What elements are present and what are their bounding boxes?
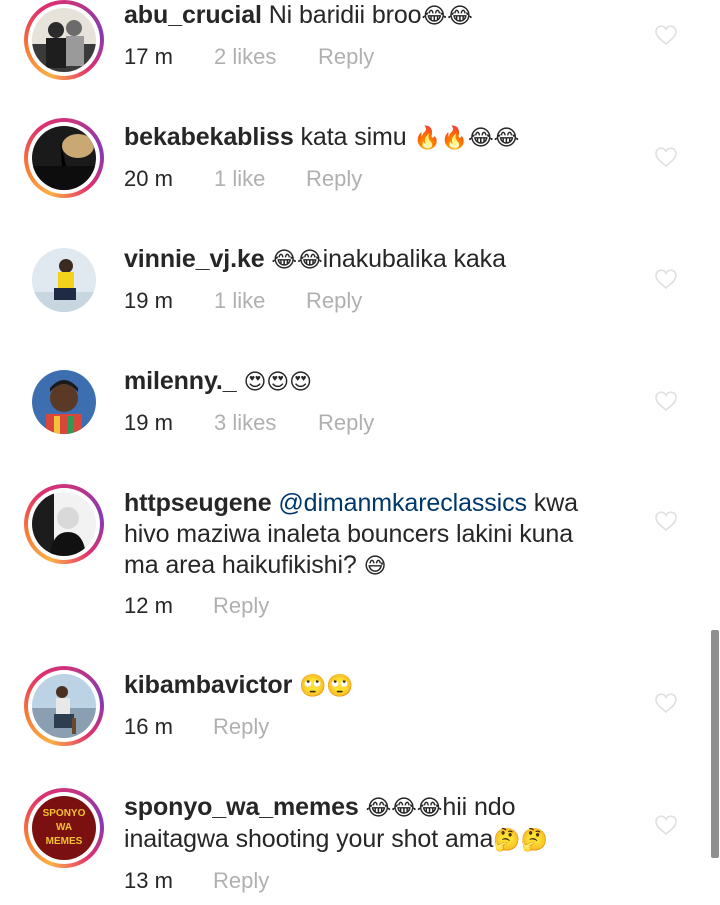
comment-emoji: 😅: [363, 554, 387, 579]
story-ring[interactable]: [24, 0, 104, 80]
comment-body: inakubalika kaka: [322, 245, 506, 273]
comment-likes[interactable]: 1 like: [214, 164, 265, 194]
heart-outline-icon[interactable]: [654, 390, 678, 412]
comment-emoji: 🤔🤔: [493, 828, 548, 853]
avatar[interactable]: [32, 492, 96, 556]
heart-outline-icon[interactable]: [654, 814, 678, 836]
comment-username[interactable]: bekabekabliss: [124, 123, 294, 151]
mention-link[interactable]: @dimanmkareclassics: [278, 489, 527, 517]
comment-username[interactable]: vinnie_vj.ke: [124, 245, 265, 273]
comment-username[interactable]: sponyo_wa_memes: [124, 793, 359, 821]
comment-time: 17 m: [124, 44, 173, 69]
scrollbar[interactable]: [711, 630, 719, 858]
comment-text: milenny._ 😍😍😍: [124, 366, 624, 398]
avatar-frame[interactable]: [24, 362, 104, 442]
avatar-frame[interactable]: [24, 240, 104, 320]
comment-emoji: 😂😂: [271, 248, 323, 273]
heart-outline-icon[interactable]: [654, 510, 678, 532]
comment-likes[interactable]: 1 like: [214, 286, 265, 316]
comment-text: bekabekabliss kata simu 🔥🔥😂😂: [124, 122, 624, 154]
comment-body: kata simu: [300, 123, 407, 151]
comment-body: hivo maziwa inaleta bouncers lakini kuna: [124, 520, 574, 548]
reply-button[interactable]: Reply: [306, 164, 362, 194]
comment-text: sponyo_wa_memes 😂😂😂hii ndo inaitagwa sho…: [124, 792, 624, 856]
comment-likes[interactable]: 2 likes: [214, 42, 276, 72]
comment-emoji: 😍😍😍: [243, 370, 312, 395]
avatar[interactable]: SPONYO WA MEMES: [32, 796, 96, 860]
reply-button[interactable]: Reply: [213, 591, 269, 621]
story-ring[interactable]: [24, 118, 104, 198]
heart-outline-icon[interactable]: [654, 268, 678, 290]
avatar-logo-text: WA: [56, 822, 72, 833]
comment-username[interactable]: milenny._: [124, 367, 237, 395]
reply-button[interactable]: Reply: [213, 866, 269, 896]
story-ring[interactable]: [24, 484, 104, 564]
avatar-logo-text: SPONYO: [43, 808, 86, 819]
comment-time: 19 m: [124, 410, 173, 435]
heart-outline-icon[interactable]: [654, 24, 678, 46]
avatar[interactable]: [32, 248, 96, 312]
reply-button[interactable]: Reply: [213, 712, 269, 742]
comment-emoji: 🙄🙄: [299, 674, 354, 699]
comment-username[interactable]: kibambavictor: [124, 671, 292, 699]
comment-likes[interactable]: 3 likes: [214, 408, 276, 438]
comment-body: ma area haikufikishi?: [124, 551, 357, 579]
story-ring[interactable]: SPONYO WA MEMES: [24, 788, 104, 868]
comment-body: inaitagwa shooting your shot ama: [124, 825, 494, 853]
avatar-logo-text: MEMES: [46, 836, 83, 847]
avatar[interactable]: [32, 674, 96, 738]
comment-time: 19 m: [124, 288, 173, 313]
avatar[interactable]: [32, 370, 96, 434]
reply-button[interactable]: Reply: [306, 286, 362, 316]
comment-time: 20 m: [124, 166, 173, 191]
comment-emoji: 😂😂😂: [365, 796, 443, 821]
comment-body: kwa: [533, 489, 578, 517]
avatar[interactable]: [32, 126, 96, 190]
comment-username[interactable]: abu_crucial: [124, 1, 262, 29]
comment-text: abu_crucial Ni baridii broo😂😂: [124, 0, 624, 32]
comment-text: vinnie_vj.ke 😂😂inakubalika kaka: [124, 244, 624, 276]
comment-emoji: 🔥🔥😂😂: [413, 126, 520, 151]
comment-emoji: 😂😂: [421, 4, 473, 29]
avatar[interactable]: [32, 8, 96, 72]
comment-body: Ni baridii broo: [268, 1, 422, 29]
comment-text: httpseugene @dimanmkareclassics kwa hivo…: [124, 488, 624, 582]
heart-outline-icon[interactable]: [654, 692, 678, 714]
comment-username[interactable]: httpseugene: [124, 489, 272, 517]
story-ring[interactable]: [24, 666, 104, 746]
reply-button[interactable]: Reply: [318, 42, 374, 72]
reply-button[interactable]: Reply: [318, 408, 374, 438]
heart-outline-icon[interactable]: [654, 146, 678, 168]
comment-time: 16 m: [124, 714, 173, 739]
comment-body: hii ndo: [442, 793, 516, 821]
comment-text: kibambavictor 🙄🙄: [124, 670, 624, 702]
comment-time: 12 m: [124, 593, 173, 618]
comment-time: 13 m: [124, 868, 173, 893]
